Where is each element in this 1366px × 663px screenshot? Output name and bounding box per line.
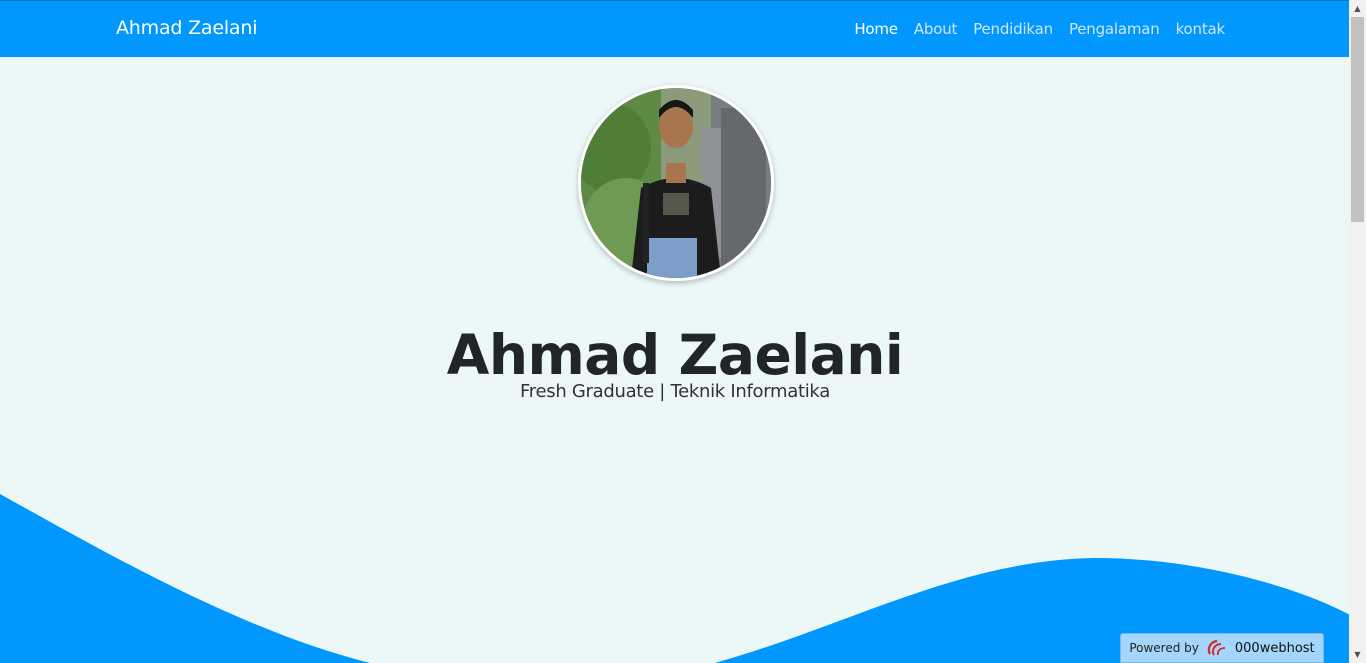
- hero-tagline: Fresh Graduate | Teknik Informatika: [520, 381, 830, 402]
- powered-by-badge[interactable]: Powered by 000webhost: [1120, 633, 1324, 663]
- nav-item-kontak[interactable]: kontak: [1176, 20, 1226, 38]
- nav-menu: Home About Pendidikan Pengalaman kontak: [854, 20, 1225, 38]
- profile-avatar: [578, 85, 774, 281]
- navbar-brand[interactable]: Ahmad Zaelani: [116, 17, 257, 39]
- hero-name: Ahmad Zaelani: [446, 322, 904, 387]
- page-scrollbar[interactable]: ▲ ▼: [1349, 0, 1366, 663]
- profile-photo-image: [581, 88, 771, 278]
- navbar: Ahmad Zaelani Home About Pendidikan Peng…: [0, 0, 1350, 57]
- 000webhost-logo-icon: [1207, 639, 1225, 656]
- scroll-down-arrow-icon[interactable]: ▼: [1349, 646, 1366, 663]
- nav-item-pengalaman[interactable]: Pengalaman: [1069, 20, 1160, 38]
- scrollbar-thumb[interactable]: [1351, 17, 1364, 222]
- powered-by-label: Powered by: [1129, 641, 1199, 655]
- powered-by-brand: 000webhost: [1234, 640, 1315, 656]
- scroll-up-arrow-icon[interactable]: ▲: [1349, 0, 1366, 17]
- nav-item-home[interactable]: Home: [854, 20, 898, 38]
- nav-item-about[interactable]: About: [914, 20, 958, 38]
- nav-item-pendidikan[interactable]: Pendidikan: [973, 20, 1053, 38]
